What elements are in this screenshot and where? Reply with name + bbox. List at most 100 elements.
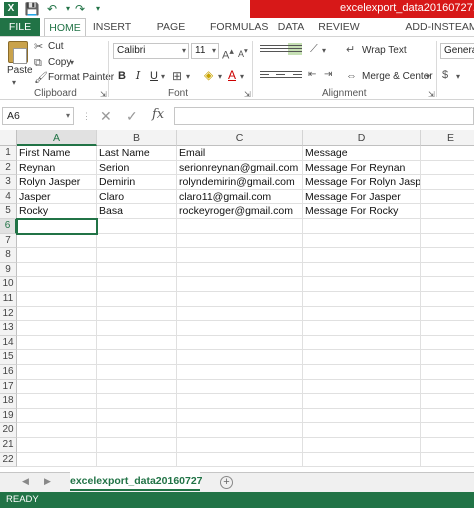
cell[interactable] xyxy=(177,219,303,234)
cell[interactable] xyxy=(97,423,177,438)
cell[interactable] xyxy=(303,306,421,322)
cell[interactable]: Basa xyxy=(97,204,177,219)
wrap-text-button[interactable]: Wrap Text xyxy=(362,45,407,56)
cell[interactable] xyxy=(421,438,474,453)
row-header[interactable]: 19 xyxy=(0,408,17,424)
row-header[interactable]: 10 xyxy=(0,277,17,292)
cell[interactable] xyxy=(17,321,97,336)
cell[interactable] xyxy=(177,248,303,263)
cell[interactable] xyxy=(97,365,177,380)
align-center-icon[interactable] xyxy=(274,69,288,81)
row-header[interactable]: 15 xyxy=(0,350,17,365)
decrease-indent-icon[interactable]: ⇤ xyxy=(308,69,316,81)
cell[interactable] xyxy=(421,394,474,409)
cell[interactable] xyxy=(303,379,421,395)
cell[interactable] xyxy=(303,262,421,278)
cell[interactable]: serionreynan@gmail.com xyxy=(177,160,303,176)
cell[interactable]: rockeyroger@gmail.com xyxy=(177,204,303,219)
cell[interactable] xyxy=(303,408,421,424)
cell[interactable] xyxy=(421,263,474,278)
cell[interactable] xyxy=(97,438,177,453)
cell[interactable] xyxy=(177,423,303,438)
cell[interactable] xyxy=(421,146,474,161)
enter-formula-button[interactable]: ✓ xyxy=(126,108,138,124)
cell[interactable] xyxy=(421,190,474,205)
cell[interactable] xyxy=(17,438,97,453)
row-header[interactable]: 9 xyxy=(0,262,17,278)
cell[interactable] xyxy=(421,365,474,380)
paste-button[interactable]: Paste xyxy=(7,65,33,76)
orientation-dropdown-icon[interactable]: ▾ xyxy=(322,45,326,57)
cell[interactable] xyxy=(177,438,303,453)
cut-button[interactable]: Cut xyxy=(48,41,64,52)
cell[interactable] xyxy=(97,379,177,395)
tab-insert[interactable]: INSERT xyxy=(92,18,132,36)
paste-icon[interactable] xyxy=(8,41,28,64)
row-header[interactable]: 21 xyxy=(0,438,17,453)
tab-page-layout[interactable]: PAGE LAYOUT xyxy=(138,18,204,51)
cell[interactable]: Email xyxy=(177,146,303,161)
sheet-tab[interactable]: excelexport_data20160727 xyxy=(70,472,203,491)
cell[interactable]: rolyndemirin@gmail.com xyxy=(177,175,303,190)
cell[interactable] xyxy=(303,321,421,336)
copy-button[interactable]: Copy xyxy=(48,57,71,68)
copy-dropdown-icon[interactable]: ▾ xyxy=(70,57,74,69)
row-header[interactable]: 13 xyxy=(0,321,17,336)
row-header[interactable]: 5 xyxy=(0,204,17,219)
fill-color-dropdown-icon[interactable]: ▾ xyxy=(218,71,222,83)
clipboard-launcher-icon[interactable]: ⇲ xyxy=(100,89,107,101)
cell[interactable] xyxy=(97,219,177,234)
cell[interactable] xyxy=(421,307,474,322)
row-header[interactable]: 18 xyxy=(0,394,17,409)
row-header[interactable]: 20 xyxy=(0,423,17,438)
cell[interactable] xyxy=(303,438,421,453)
cell[interactable] xyxy=(17,262,97,278)
fill-color-icon[interactable]: ◈ xyxy=(204,69,213,81)
row-header[interactable]: 16 xyxy=(0,365,17,380)
customize-toolbar-icon[interactable]: ▾ xyxy=(90,1,106,17)
cell[interactable] xyxy=(421,248,474,263)
undo-icon[interactable]: ↶ xyxy=(44,1,60,17)
cell[interactable]: Message For Rocky xyxy=(303,204,421,219)
cell[interactable] xyxy=(177,379,303,395)
cell[interactable] xyxy=(421,409,474,424)
cell[interactable] xyxy=(17,408,97,424)
cell[interactable] xyxy=(97,408,177,424)
insert-function-button[interactable]: fx xyxy=(152,107,164,122)
cell[interactable] xyxy=(17,452,97,468)
select-all-button[interactable] xyxy=(0,130,17,146)
font-launcher-icon[interactable]: ⇲ xyxy=(244,89,251,101)
cell[interactable]: First Name xyxy=(17,146,97,161)
underline-button[interactable]: U xyxy=(147,69,161,83)
orientation-icon[interactable]: ⟋ xyxy=(310,43,318,55)
cell[interactable] xyxy=(303,292,421,307)
cell[interactable] xyxy=(421,453,474,468)
align-left-icon[interactable] xyxy=(260,69,274,81)
cell[interactable] xyxy=(303,365,421,380)
row-header[interactable]: 4 xyxy=(0,189,17,205)
font-color-dropdown-icon[interactable]: ▾ xyxy=(240,71,244,83)
cell[interactable] xyxy=(177,292,303,307)
cell[interactable]: Serion xyxy=(97,160,177,176)
decrease-font-icon[interactable]: A▾ xyxy=(238,45,248,60)
column-header-b[interactable]: B xyxy=(97,130,177,146)
italic-button[interactable]: I xyxy=(131,69,145,83)
cell[interactable] xyxy=(17,335,97,351)
cell[interactable] xyxy=(303,233,421,249)
cell[interactable] xyxy=(421,380,474,395)
cell[interactable] xyxy=(421,277,474,292)
row-header[interactable]: 14 xyxy=(0,335,17,351)
cell[interactable] xyxy=(421,350,474,365)
add-sheet-icon[interactable]: + xyxy=(220,476,233,489)
row-header[interactable]: 17 xyxy=(0,379,17,395)
alignment-launcher-icon[interactable]: ⇲ xyxy=(428,89,435,101)
cell[interactable] xyxy=(421,336,474,351)
merge-center-button[interactable]: Merge & Center xyxy=(362,71,433,82)
row-header[interactable]: 22 xyxy=(0,452,17,468)
column-header-e[interactable]: E xyxy=(421,130,474,146)
cell[interactable]: claro11@gmail.com xyxy=(177,189,303,205)
cell[interactable] xyxy=(97,335,177,351)
tab-team[interactable]: TEAM xyxy=(448,18,474,36)
align-right-icon[interactable] xyxy=(288,69,302,81)
tab-formulas[interactable]: FORMULAS xyxy=(210,18,268,36)
